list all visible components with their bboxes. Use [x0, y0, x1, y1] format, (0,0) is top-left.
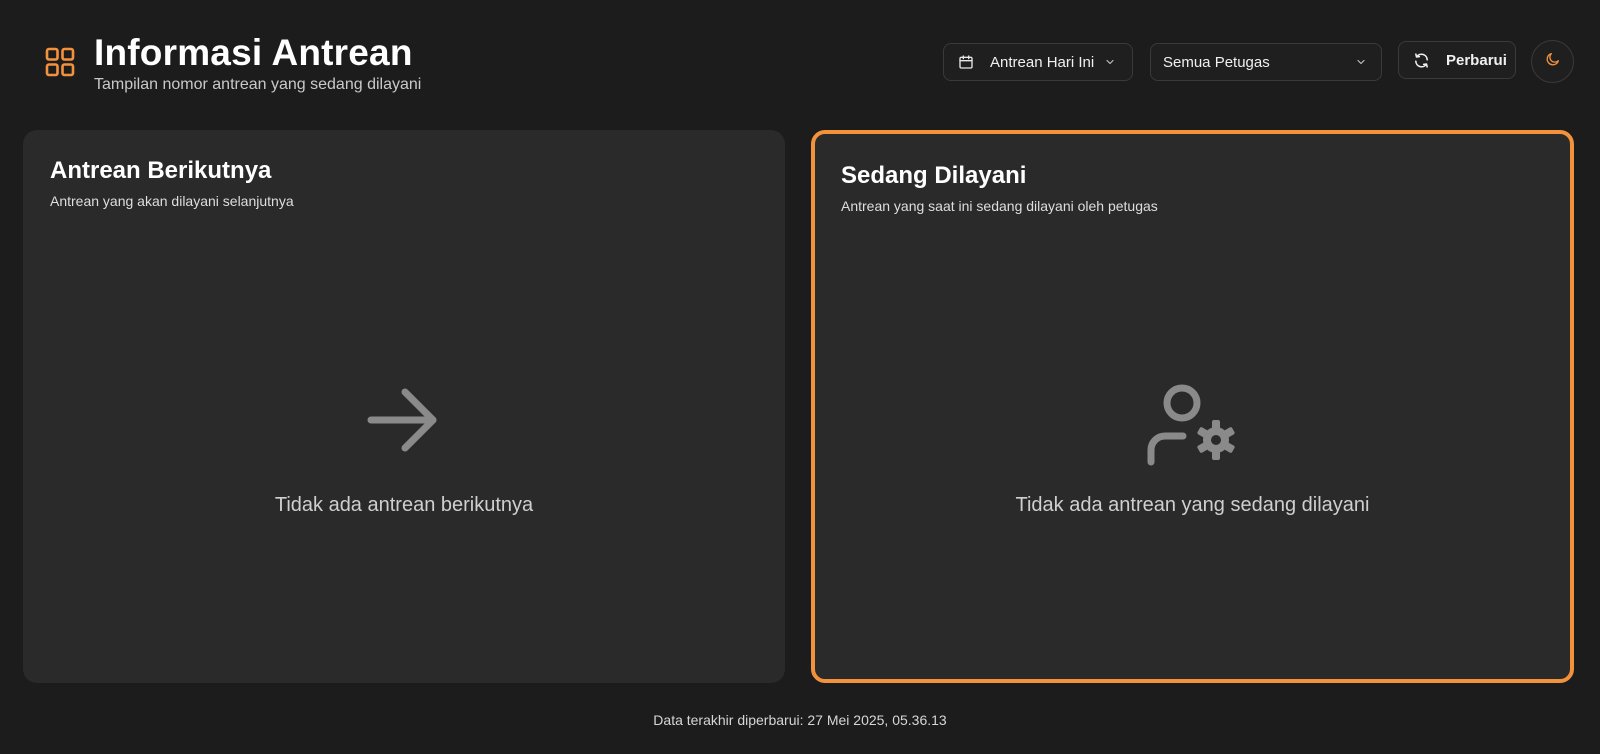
dashboard-grid-icon: [45, 47, 75, 77]
date-filter-value: Antrean Hari Ini: [990, 53, 1095, 71]
refresh-button-label: Perbarui: [1446, 51, 1507, 69]
next-queue-empty-message: Tidak ada antrean berikutnya: [274, 494, 534, 516]
calendar-icon: [958, 54, 974, 70]
page-subtitle: Tampilan nomor antrean yang sedang dilay…: [94, 76, 422, 93]
queue-info-page: Informasi Antrean Tampilan nomor antrean…: [0, 0, 1600, 754]
chevron-down-icon: [1104, 56, 1116, 68]
serving-queue-card: Sedang Dilayani Antrean yang saat ini se…: [811, 130, 1574, 683]
serving-queue-title: Sedang Dilayani: [841, 162, 1027, 189]
arrow-right-icon: [367, 383, 441, 462]
date-filter-select[interactable]: Antrean Hari Ini: [943, 43, 1133, 81]
staff-filter-select[interactable]: Semua Petugas: [1150, 43, 1382, 81]
refresh-icon: [1413, 52, 1430, 69]
next-queue-card: Antrean Berikutnya Antrean yang akan dil…: [23, 130, 785, 683]
chevron-down-icon: [1355, 56, 1367, 68]
next-queue-title: Antrean Berikutnya: [50, 157, 272, 184]
refresh-button[interactable]: Perbarui: [1398, 41, 1516, 79]
header: Informasi Antrean Tampilan nomor antrean…: [0, 0, 1600, 110]
theme-toggle-button[interactable]: [1531, 40, 1574, 83]
page-title: Informasi Antrean: [94, 32, 413, 73]
staff-filter-value: Semua Petugas: [1163, 53, 1270, 71]
next-queue-subtitle: Antrean yang akan dilayani selanjutnya: [50, 193, 294, 209]
moon-icon: [1545, 51, 1561, 72]
serving-queue-empty-message: Tidak ada antrean yang sedang dilayani: [1015, 494, 1370, 516]
user-cog-icon: [1144, 379, 1244, 474]
last-updated-text: Data terakhir diperbarui: 27 Mei 2025, 0…: [653, 712, 947, 728]
serving-queue-subtitle: Antrean yang saat ini sedang dilayani ol…: [841, 198, 1158, 214]
